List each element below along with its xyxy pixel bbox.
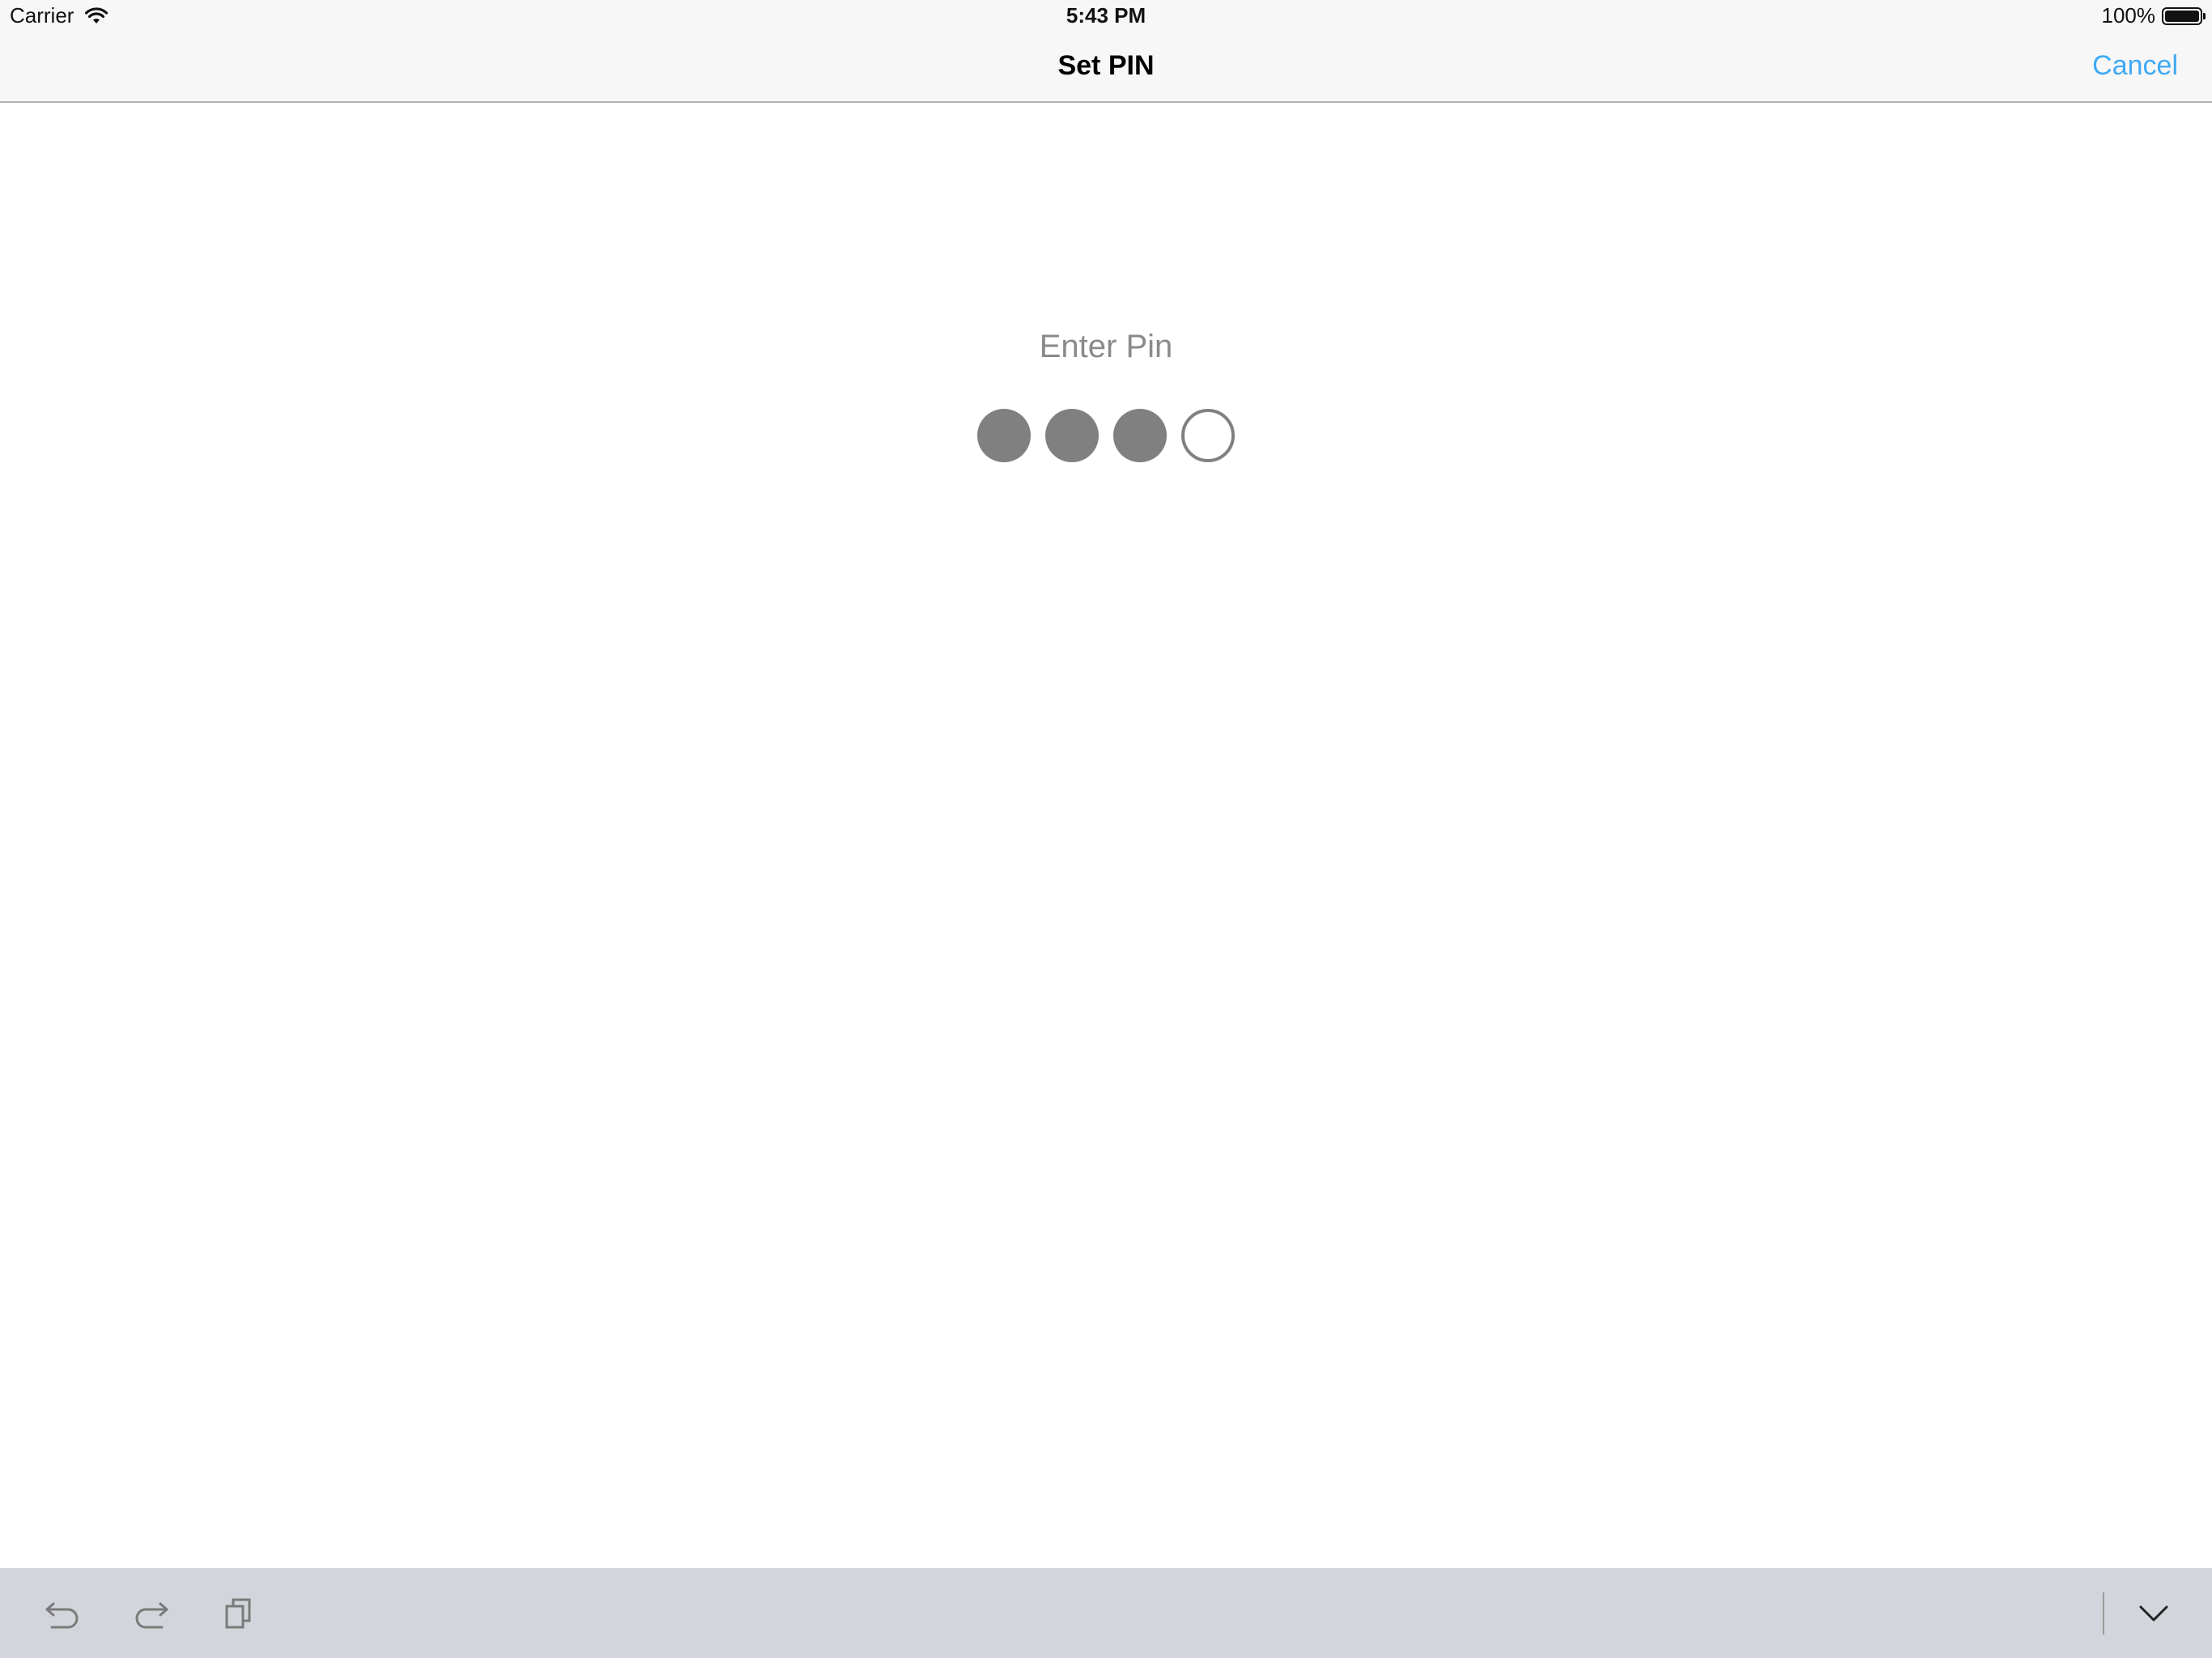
chevron-down-icon <box>2139 1605 2168 1622</box>
cancel-button[interactable]: Cancel <box>2092 50 2178 82</box>
paste-button[interactable] <box>215 1591 261 1636</box>
pin-indicator <box>977 409 1235 462</box>
battery-icon <box>2162 6 2206 25</box>
pin-dot-filled <box>1113 409 1167 462</box>
set-pin-screen: Carrier 5:43 PM 100% Set PIN Cancel Ente… <box>0 0 2212 1658</box>
pin-dot-empty <box>1181 409 1235 462</box>
battery-percent: 100% <box>2101 3 2156 28</box>
redo-button[interactable] <box>128 1591 173 1636</box>
status-time: 5:43 PM <box>1066 3 1146 28</box>
assistant-bar-divider <box>2103 1592 2104 1635</box>
keyboard-dismiss-button[interactable] <box>2131 1591 2176 1636</box>
pin-dot-filled <box>1045 409 1099 462</box>
status-battery: 100% <box>2101 3 2206 28</box>
page-title: Set PIN <box>1057 50 1155 81</box>
undo-icon <box>45 1602 79 1629</box>
undo-button[interactable] <box>40 1591 86 1636</box>
navigation-bar: Carrier 5:43 PM 100% Set PIN Cancel <box>0 0 2212 103</box>
pin-dot-filled <box>977 409 1031 462</box>
pin-prompt: Enter Pin <box>1039 329 1173 364</box>
redo-icon <box>135 1602 168 1629</box>
paste-icon <box>225 1598 251 1629</box>
keyboard-assistant-bar <box>0 1568 2212 1658</box>
